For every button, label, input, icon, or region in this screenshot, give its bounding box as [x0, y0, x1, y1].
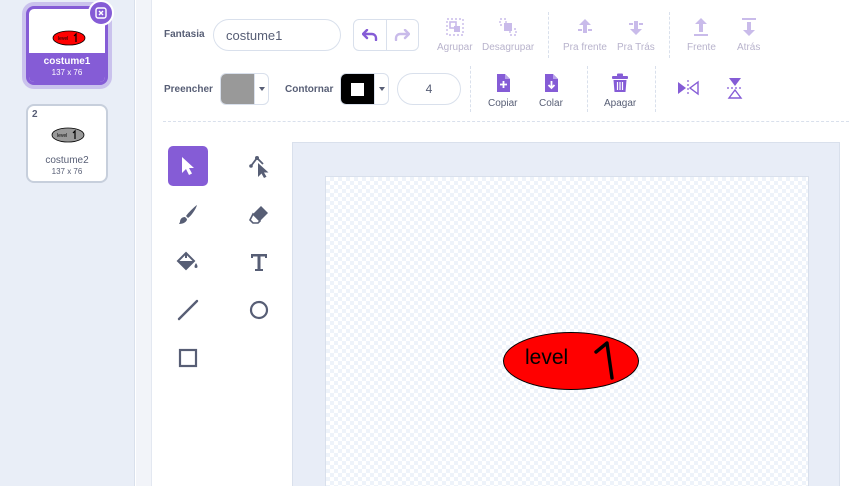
- rectangle-tool[interactable]: [168, 338, 208, 378]
- sprite-ellipse: [503, 332, 639, 390]
- svg-text:level: level: [57, 133, 67, 139]
- rectangle-icon: [178, 348, 198, 368]
- arrow-up-icon: [577, 19, 592, 33]
- caret-down-icon: [258, 87, 265, 91]
- scroll-gutter: [136, 0, 152, 486]
- text-icon: [251, 254, 267, 271]
- paste-button[interactable]: Colar: [539, 73, 563, 109]
- costume-name-input[interactable]: [213, 19, 341, 51]
- reshape-tool[interactable]: [239, 146, 279, 186]
- reshape-icon: [249, 156, 269, 178]
- brush-tool[interactable]: [168, 194, 208, 234]
- paint-editor-area: level: [292, 142, 840, 486]
- eraser-tool[interactable]: [239, 194, 279, 234]
- costume-thumbnail: level: [32, 116, 104, 154]
- costume-tile-1[interactable]: 1 level costume1 137 x 76: [26, 0, 114, 85]
- brush-icon: [179, 205, 197, 224]
- ungroup-icon: [499, 18, 517, 36]
- eraser-icon: [249, 206, 268, 224]
- circle-tool[interactable]: [239, 290, 279, 330]
- front-label: Frente: [687, 42, 716, 53]
- line-icon: [177, 299, 199, 321]
- select-icon: [182, 157, 194, 175]
- costume-footer: costume2 137 x 76: [28, 152, 106, 181]
- delete-costume-button[interactable]: [88, 0, 114, 26]
- svg-text:level: level: [58, 36, 68, 42]
- redo-icon: [395, 29, 411, 41]
- flip-vertical-button[interactable]: [726, 77, 744, 99]
- divider: [548, 12, 549, 58]
- costume-name: costume1: [43, 56, 91, 67]
- delete-button[interactable]: Apagar: [604, 73, 636, 109]
- forward-button[interactable]: Pra frente: [563, 17, 607, 53]
- undo-icon: [361, 29, 377, 41]
- group-label: Agrupar: [437, 42, 473, 53]
- back-button[interactable]: Atrás: [737, 17, 760, 53]
- costume-size: 137 x 76: [51, 167, 83, 176]
- outline-label: Contornar: [285, 84, 334, 95]
- back-label: Atrás: [737, 42, 761, 53]
- divider: [669, 12, 670, 58]
- costume-size: 137 x 76: [51, 68, 83, 77]
- bring-to-front-icon: [694, 18, 709, 36]
- backward-button[interactable]: Pra Trás: [617, 17, 655, 53]
- fill-color-swatch: [221, 74, 254, 104]
- ungroup-label: Desagrupar: [482, 42, 535, 53]
- front-button[interactable]: Frente: [687, 17, 716, 53]
- sprite-shape[interactable]: level: [503, 332, 639, 390]
- select-tool[interactable]: [168, 146, 208, 186]
- backward-label: Pra Trás: [617, 42, 655, 53]
- redo-button[interactable]: [385, 20, 419, 50]
- divider: [587, 66, 588, 112]
- text-tool[interactable]: [239, 242, 279, 282]
- undo-redo-group: [353, 19, 419, 51]
- delete-label: Apagar: [604, 98, 637, 109]
- costume-name-label: Fantasia: [164, 29, 205, 40]
- line-tool[interactable]: [168, 290, 208, 330]
- divider: [655, 66, 656, 112]
- fill-tool[interactable]: [168, 242, 208, 282]
- costume-thumbnail: level: [33, 19, 105, 57]
- divider: [470, 66, 471, 112]
- flip-horizontal-icon: [678, 80, 699, 96]
- toolbar-divider: [163, 121, 849, 122]
- send-to-back-icon: [741, 18, 756, 36]
- copy-button[interactable]: Copiar: [488, 73, 517, 109]
- paste-label: Colar: [539, 98, 563, 109]
- flip-horizontal-button[interactable]: [677, 79, 699, 97]
- fill-icon: [176, 251, 198, 271]
- costume-list: 1 level costume1 137 x 76 2 level costum…: [0, 0, 135, 486]
- costume-footer: costume1 137 x 76: [29, 53, 105, 82]
- sprite-text: level: [525, 346, 569, 369]
- copy-icon: [496, 74, 510, 92]
- fill-label: Preencher: [164, 84, 213, 95]
- fill-color-picker[interactable]: [220, 73, 269, 105]
- circle-icon: [249, 300, 269, 320]
- outline-width-input[interactable]: [397, 73, 461, 105]
- caret-down-icon: [378, 87, 385, 91]
- group-icon: [446, 18, 464, 36]
- level-number-glyph: [594, 341, 614, 380]
- costume-tile-2[interactable]: 2 level costume2 137 x 76: [26, 104, 108, 183]
- outline-color-picker[interactable]: [340, 73, 389, 105]
- flip-vertical-icon: [727, 78, 743, 99]
- ungroup-button[interactable]: Desagrupar: [482, 17, 534, 53]
- outline-color-swatch: [341, 74, 374, 104]
- group-button[interactable]: Agrupar: [437, 17, 473, 53]
- undo-button[interactable]: [354, 20, 386, 50]
- costume-name: costume2: [45, 155, 89, 166]
- paste-icon: [544, 74, 558, 92]
- copy-label: Copiar: [488, 98, 518, 109]
- close-icon: [95, 7, 107, 19]
- arrow-down-icon: [628, 21, 643, 35]
- forward-label: Pra frente: [563, 42, 607, 53]
- paint-canvas[interactable]: level: [325, 176, 809, 486]
- trash-icon: [612, 73, 629, 92]
